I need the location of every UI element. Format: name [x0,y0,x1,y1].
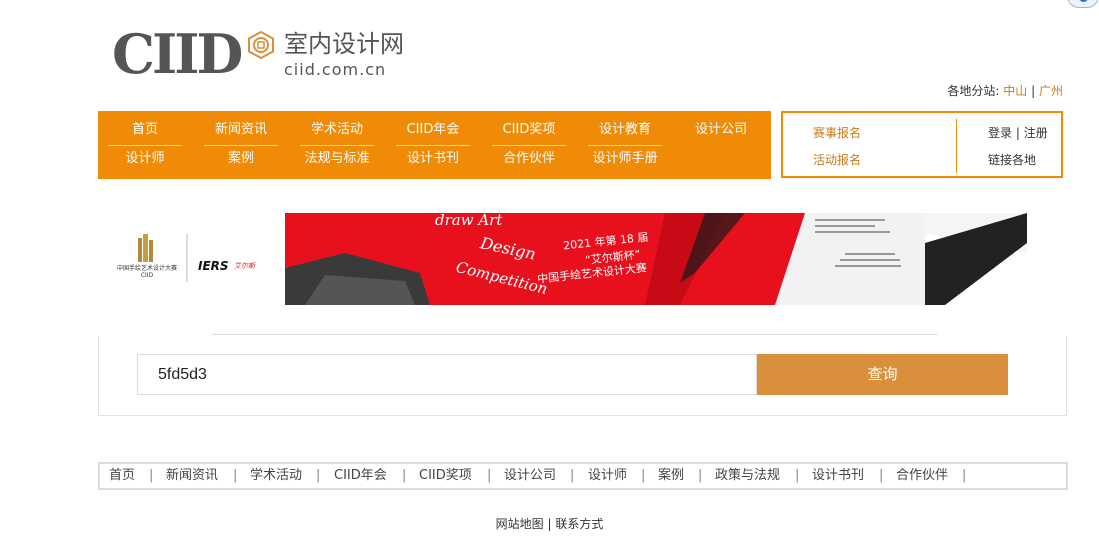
nav-item-companies[interactable]: 设计公司 [684,121,758,139]
branch-sites: 各地分站: 中山 | 广州 [947,82,1063,99]
register-link[interactable]: 注册 [1024,126,1048,140]
banner-right-art [925,213,1027,305]
banner-pen-icon [925,213,1027,305]
sponsor1-name: 中国手绘艺术设计大赛 [116,265,177,272]
banner-sponsors: 中国手绘艺术设计大赛 CIID IERS 艾尔斯 [112,232,282,284]
sitemap-link[interactable]: 网站地图 [496,517,544,531]
site-logo[interactable]: CIID 室内设计网 ciid.com.cn [112,22,432,86]
footer-separator: | [879,468,884,483]
footer-bottom: 网站地图 | 联系方式 [0,515,1099,532]
nav-item-publications[interactable]: 设计书刊 [396,150,470,168]
footer-link-home[interactable]: 首页 [109,464,135,488]
footer-separator: | [962,468,967,483]
main-nav: 首页 新闻资讯 学术活动 CIID年会 CIID奖项 设计教育 设计公司 设计师… [98,111,771,179]
contest-banner[interactable]: draw Art Design Competition 2021 年第 18 届… [285,213,925,305]
nav-item-news[interactable]: 新闻资讯 [204,121,278,146]
footer-nav: 首页 | 新闻资讯 | 学术活动 | CIID年会 | CIID奖项 | 设计公… [98,462,1068,490]
sponsor2-name: IERS [198,259,229,273]
sponsor2-sub: 艾尔斯 [234,262,255,270]
nav-item-education[interactable]: 设计教育 [588,121,662,146]
footer-bottom-separator: | [547,517,552,531]
nav-item-partners[interactable]: 合作伙伴 [492,150,566,168]
footer-link-companies[interactable]: 设计公司 [504,464,556,488]
signup-box: 赛事报名 活动报名 登录 | 注册 链接各地 [781,111,1063,178]
nav-item-handbook[interactable]: 设计师手册 [580,150,670,168]
contact-link[interactable]: 联系方式 [555,517,603,531]
footer-separator: | [795,468,800,483]
branch-label: 各地分站: [947,84,1000,98]
nav-item-cases[interactable]: 案例 [204,150,278,168]
branch-links[interactable]: 链接各地 [988,151,1036,168]
footer-separator: | [316,468,321,483]
footer-link-annual[interactable]: CIID年会 [334,464,387,488]
branch-link-guangzhou[interactable]: 广州 [1039,84,1063,98]
contest-signup-link[interactable]: 赛事报名 [813,124,861,141]
search-button[interactable]: 查询 [757,354,1008,395]
footer-separator: | [698,468,703,483]
footer-separator: | [641,468,646,483]
banner-line1: draw Art [435,213,503,229]
dot-icon [1079,0,1088,2]
logo-domain: ciid.com.cn [284,60,387,79]
login-link[interactable]: 登录 [988,126,1012,140]
logo-mark: CIID [112,22,243,86]
nav-item-annual[interactable]: CIID年会 [396,121,470,146]
footer-separator: | [570,468,575,483]
box-divider [956,119,957,173]
search-input[interactable]: 5fd5d3 [137,354,757,395]
sponsor1-sub: CIID [140,272,154,279]
footer-link-partners[interactable]: 合作伙伴 [896,464,948,488]
corner-widget[interactable] [1067,0,1099,8]
footer-separator: | [402,468,407,483]
branch-link-zhongshan[interactable]: 中山 [1003,84,1027,98]
nav-item-awards[interactable]: CIID奖项 [492,121,566,146]
branch-separator: | [1031,84,1036,98]
footer-separator: | [487,468,492,483]
footer-separator: | [149,468,154,483]
footer-link-awards[interactable]: CIID奖项 [419,464,472,488]
footer-link-policy[interactable]: 政策与法规 [715,464,780,488]
footer-link-publications[interactable]: 设计书刊 [812,464,864,488]
footer-link-academic[interactable]: 学术活动 [250,464,302,488]
nav-item-home[interactable]: 首页 [108,121,182,146]
nav-item-regulations[interactable]: 法规与标准 [300,150,374,168]
footer-link-news[interactable]: 新闻资讯 [166,464,218,488]
logo-name: 室内设计网 [284,30,404,58]
footer-link-designers[interactable]: 设计师 [588,464,627,488]
nav-item-academic[interactable]: 学术活动 [300,121,374,146]
seal-icon [248,31,274,59]
event-signup-link[interactable]: 活动报名 [813,151,861,168]
footer-link-cases[interactable]: 案例 [658,464,684,488]
footer-separator: | [233,468,238,483]
login-separator: | [1015,126,1020,140]
banner-divider [212,334,938,335]
nav-item-designers[interactable]: 设计师 [108,150,182,168]
